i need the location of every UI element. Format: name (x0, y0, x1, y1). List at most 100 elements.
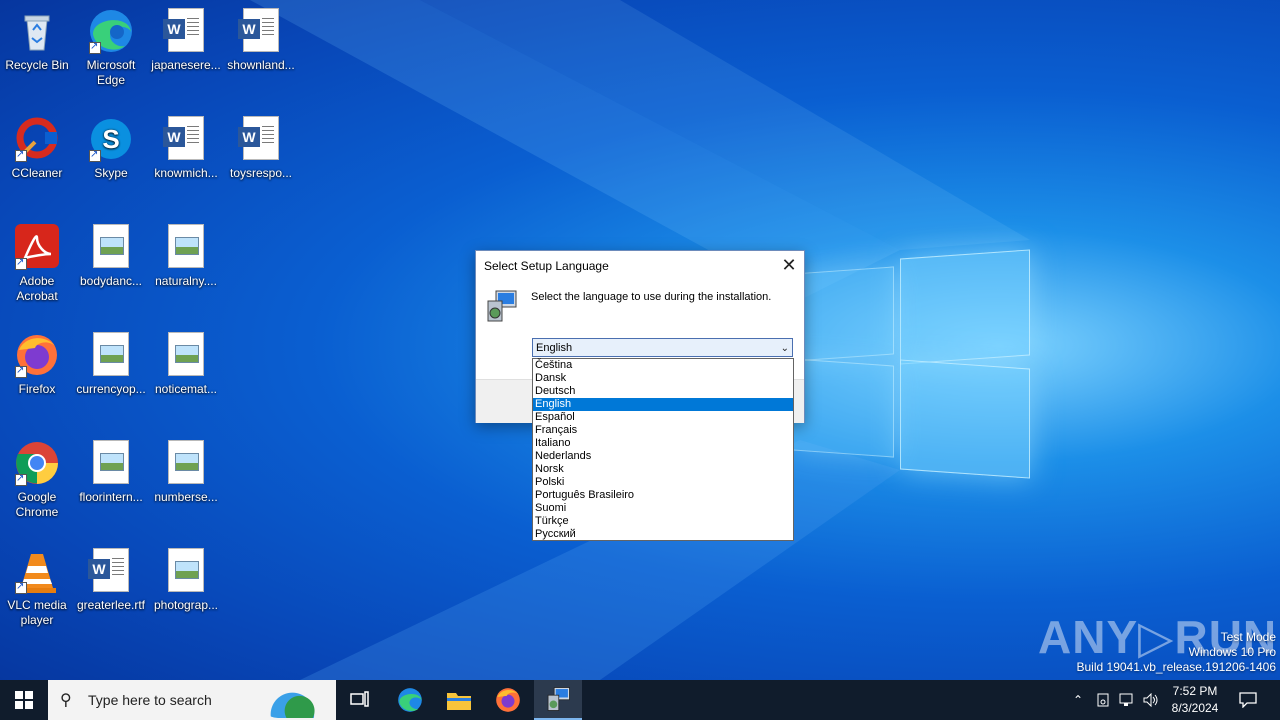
tray-device-icon[interactable] (1092, 680, 1114, 720)
desktop-icon-toysrespo[interactable]: toysrespo... (225, 110, 297, 181)
desktop-icon-japanesere[interactable]: japanesere... (150, 2, 222, 73)
desktop-icon-ccleaner[interactable]: CCleaner (1, 110, 73, 181)
desktop-icon-recycle-bin[interactable]: Recycle Bin (1, 2, 73, 73)
clock-time: 7:52 PM (1172, 684, 1218, 698)
chrome-icon (15, 440, 59, 486)
image-file-icon (89, 440, 133, 486)
icon-label: VLC media player (7, 598, 67, 627)
language-option[interactable]: Русский (533, 528, 793, 541)
icon-label: shownland... (227, 58, 295, 72)
desktop-icon-greaterlee[interactable]: greaterlee.rtf (75, 542, 147, 613)
language-option[interactable]: Dansk (533, 372, 793, 385)
language-select[interactable]: English ⌄ (532, 338, 793, 357)
taskbar-file-explorer-button[interactable] (435, 680, 483, 720)
image-file-icon (164, 224, 208, 270)
chevron-down-icon: ⌄ (780, 343, 789, 354)
desktop-icon-numberse[interactable]: numberse... (150, 434, 222, 505)
icon-label: currencyop... (76, 382, 146, 396)
folder-icon (447, 693, 471, 710)
icon-label: noticemat... (154, 382, 218, 396)
desktop-icon-firefox[interactable]: Firefox (1, 326, 73, 397)
desktop-icon-photograp[interactable]: photograp... (150, 542, 222, 613)
start-button[interactable] (0, 680, 48, 720)
desktop-icon-vlc[interactable]: VLC media player (1, 542, 73, 628)
icon-label: toysrespo... (229, 166, 293, 180)
taskbar: ⚲ Type here to search ⌃ 7:52 PM 8/3/2024 (0, 680, 1280, 720)
shortcut-arrow-icon (15, 147, 27, 162)
edge-icon (398, 688, 422, 712)
language-option[interactable]: Čeština (533, 359, 793, 372)
ccleaner-icon (15, 116, 59, 162)
dialog-title: Select Setup Language (484, 259, 609, 273)
taskbar-edge-button[interactable] (386, 680, 434, 720)
close-icon[interactable]: ✕ (774, 251, 804, 281)
image-file-icon (89, 224, 133, 270)
language-option[interactable]: Türkçe (533, 515, 793, 528)
desktop-icon-knowmich[interactable]: knowmich... (150, 110, 222, 181)
desktop-icon-shownland[interactable]: shownland... (225, 2, 297, 73)
image-file-icon (164, 440, 208, 486)
desktop-icon-microsoft-edge[interactable]: Microsoft Edge (75, 2, 147, 88)
shortcut-arrow-icon (15, 471, 27, 486)
windows-start-icon (15, 691, 33, 709)
desktop-icon-floorintern[interactable]: floorintern... (75, 434, 147, 505)
icon-label: naturalny.... (155, 274, 217, 288)
language-select-value: English (536, 342, 573, 354)
network-icon[interactable] (1116, 680, 1138, 720)
desktop-icon-naturalny[interactable]: naturalny.... (150, 218, 222, 289)
shortcut-arrow-icon (15, 579, 27, 594)
icon-label: Recycle Bin (5, 58, 69, 72)
desktop-icon-skype[interactable]: S Skype (75, 110, 147, 181)
language-option[interactable]: English (533, 398, 793, 411)
language-option[interactable]: Français (533, 424, 793, 437)
firefox-icon (15, 332, 59, 378)
notification-center-button[interactable] (1232, 680, 1264, 720)
icon-label: Skype (94, 166, 128, 180)
word-document-icon (163, 116, 208, 162)
volume-icon[interactable] (1140, 680, 1162, 720)
language-option[interactable]: Nederlands (533, 450, 793, 463)
windows-watermark: Test Mode Windows 10 Pro Build 19041.vb_… (1077, 630, 1277, 675)
taskbar-clock[interactable]: 7:52 PM 8/3/2024 (1162, 683, 1228, 717)
watermark-edition: Windows 10 Pro (1188, 645, 1276, 659)
language-option[interactable]: Español (533, 411, 793, 424)
dialog-message: Select the language to use during the in… (531, 291, 772, 303)
desktop-icon-bodydanc[interactable]: bodydanc... (75, 218, 147, 289)
show-hidden-icons-chevron-up-icon[interactable]: ⌃ (1068, 680, 1088, 720)
task-view-button[interactable] (336, 680, 384, 720)
icon-label: numberse... (154, 490, 218, 504)
desktop-icon-adobe-acrobat[interactable]: Adobe Acrobat (1, 218, 73, 304)
desktop-icon-currencyop[interactable]: currencyop... (75, 326, 147, 397)
icon-label: Adobe Acrobat (16, 274, 58, 303)
vlc-cone-icon (15, 548, 59, 594)
language-dropdown-list: Čeština Dansk Deutsch English Español Françai… (532, 358, 794, 541)
clock-date: 8/3/2024 (1171, 701, 1219, 715)
icon-label: japanesere... (151, 58, 221, 72)
svg-text:S: S (102, 124, 119, 154)
language-option[interactable]: Deutsch (533, 385, 793, 398)
taskbar-search-box[interactable]: ⚲ Type here to search (48, 680, 336, 720)
task-view-icon (350, 691, 369, 707)
word-document-icon (238, 8, 283, 54)
icon-label: photograp... (153, 598, 219, 612)
icon-label: Google Chrome (15, 490, 59, 519)
search-highlight-art-icon (260, 682, 332, 718)
desktop-icon-google-chrome[interactable]: Google Chrome (1, 434, 73, 520)
language-option[interactable]: Português Brasileiro (533, 489, 793, 502)
firefox-icon (496, 688, 520, 712)
language-option[interactable]: Suomi (533, 502, 793, 515)
watermark-build: Build 19041.vb_release.191206-1406 (1076, 660, 1277, 674)
icon-label: bodydanc... (79, 274, 143, 288)
skype-icon: S (89, 116, 133, 162)
icon-label: floorintern... (79, 490, 143, 504)
taskbar-setup-button[interactable] (534, 680, 582, 720)
icon-label: Firefox (18, 382, 56, 396)
icon-label: knowmich... (154, 166, 218, 180)
taskbar-firefox-button[interactable] (484, 680, 532, 720)
language-option[interactable]: Italiano (533, 437, 793, 450)
language-option[interactable]: Polski (533, 476, 793, 489)
setup-computer-icon (547, 687, 570, 711)
language-option[interactable]: Norsk (533, 463, 793, 476)
icon-label: Microsoft Edge (86, 58, 136, 87)
desktop-icon-noticemat[interactable]: noticemat... (150, 326, 222, 397)
